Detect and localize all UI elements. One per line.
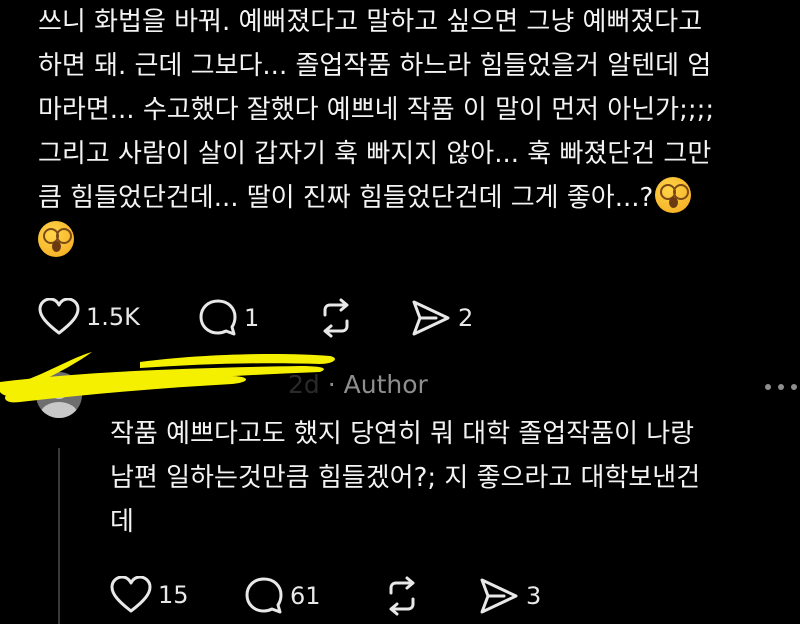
author-label: · Author xyxy=(327,370,428,399)
reply-text-line: 데 xyxy=(110,507,134,537)
post-text-line: 쓰니 화법을 바꿔. 예뻐졌다고 말하고 싶으면 그냥 예뻐졌다고 xyxy=(38,7,703,37)
reply-text: 작품 예쁘다고도 했지 당연히 뭐 대학 졸업작품이 나랑 남편 일하는것만큼 … xyxy=(110,412,800,544)
comment-bubble-icon xyxy=(245,577,283,614)
more-options-icon[interactable] xyxy=(762,383,800,391)
share-button[interactable]: 3 xyxy=(478,576,541,616)
reply-text-line: 작품 예쁘다고도 했지 당연히 뭐 대학 졸업작품이 나랑 xyxy=(110,419,695,449)
comment-bubble-icon xyxy=(199,299,237,336)
post-action-bar: 1.5K 1 2 xyxy=(38,298,800,338)
reply-meta: 2d · Author xyxy=(288,370,428,399)
reply-action-bar: 15 61 3 xyxy=(110,576,800,616)
post-text-line: 그리고 사람이 살이 갑자기 훅 빠지지 않아... 훅 빠졌단건 그만 xyxy=(38,139,712,169)
repost-icon xyxy=(323,298,349,338)
comment-button[interactable]: 61 xyxy=(244,576,321,616)
post-emoji-line xyxy=(38,220,800,264)
reply-timestamp-redacted: 2d xyxy=(288,370,320,399)
like-count: 1.5K xyxy=(86,303,140,331)
repost-button[interactable] xyxy=(316,298,356,338)
like-button[interactable]: 1.5K xyxy=(38,298,140,336)
astonished-face-emoji-icon xyxy=(655,177,692,213)
astonished-face-emoji-icon xyxy=(38,221,74,257)
heart-icon xyxy=(38,298,80,335)
post-text: 쓰니 화법을 바꿔. 예뻐졌다고 말하고 싶으면 그냥 예뻐졌다고 하면 돼. … xyxy=(38,0,800,264)
post-text-line: 마라면... 수고했다 잘했다 예쁘네 작품 이 말이 먼저 아닌가;;;; xyxy=(38,95,715,125)
comment-button[interactable]: 1 xyxy=(198,298,259,338)
comment-count: 61 xyxy=(290,582,321,610)
post-text-line: 큼 힘들었단건데... 딸이 진짜 힘들었단건데 그게 좋아...? xyxy=(38,183,654,213)
post-text-line-with-emoji: 큼 힘들었단건데... 딸이 진짜 힘들었단건데 그게 좋아...? xyxy=(38,176,800,220)
like-count: 15 xyxy=(158,581,189,609)
like-button[interactable]: 15 xyxy=(110,576,189,614)
send-icon xyxy=(412,300,450,336)
share-button[interactable]: 2 xyxy=(410,298,473,338)
share-count: 3 xyxy=(526,582,542,610)
repost-button[interactable] xyxy=(382,576,422,616)
send-icon xyxy=(480,578,518,614)
comment-count: 1 xyxy=(244,304,260,332)
heart-icon xyxy=(110,576,152,613)
share-count: 2 xyxy=(458,304,474,332)
thread-line xyxy=(58,448,60,624)
reply-text-line: 남편 일하는것만큼 힘들겠어?; 지 좋으라고 대학보낸건 xyxy=(110,463,701,493)
repost-icon xyxy=(389,576,415,616)
post-text-line: 하면 돼. 근데 그보다... 졸업작품 하느라 힘들었을거 알텐데 엄 xyxy=(38,51,712,81)
